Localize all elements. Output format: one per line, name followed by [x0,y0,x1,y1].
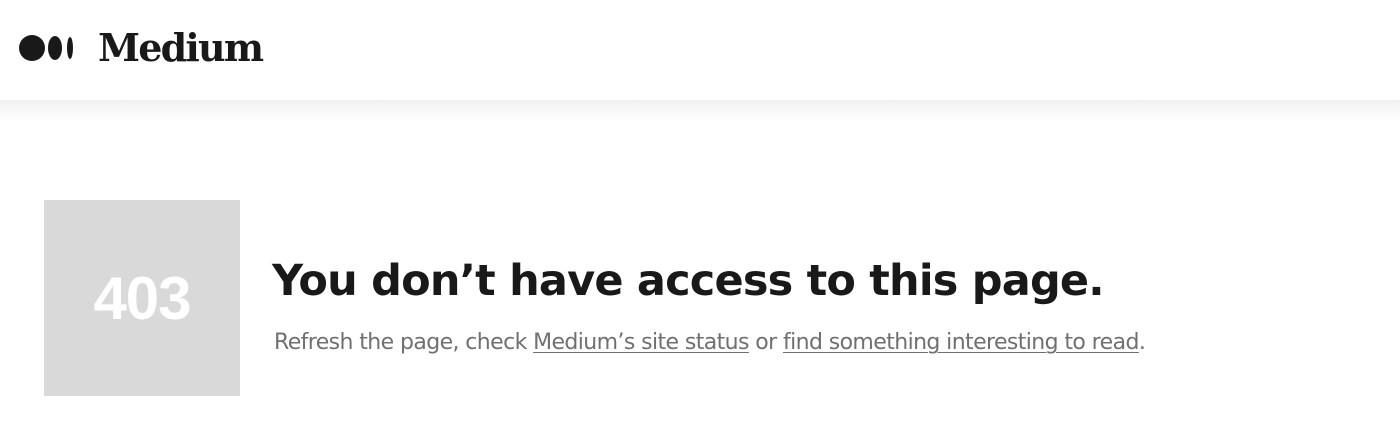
header-shadow [0,100,1400,122]
site-header: Medium [0,0,1400,100]
message-suffix: . [1138,330,1146,355]
find-something-link[interactable]: find something interesting to read [783,330,1139,355]
page: Medium 403 You don’t have access to this… [0,0,1400,435]
medium-wordmark: Medium [98,25,264,70]
message-prefix: Refresh the page, check [274,330,534,355]
site-status-link[interactable]: Medium’s site status [533,330,749,355]
error-code-box: 403 [44,200,240,396]
error-title: You don’t have access to this page. [272,256,1105,306]
error-message: Refresh the page, check Medium’s site st… [274,326,1146,360]
medium-logo[interactable]: Medium [18,24,264,72]
message-middle: or [748,330,783,355]
medium-logo-icon [19,35,73,61]
error-code: 403 [93,265,191,332]
